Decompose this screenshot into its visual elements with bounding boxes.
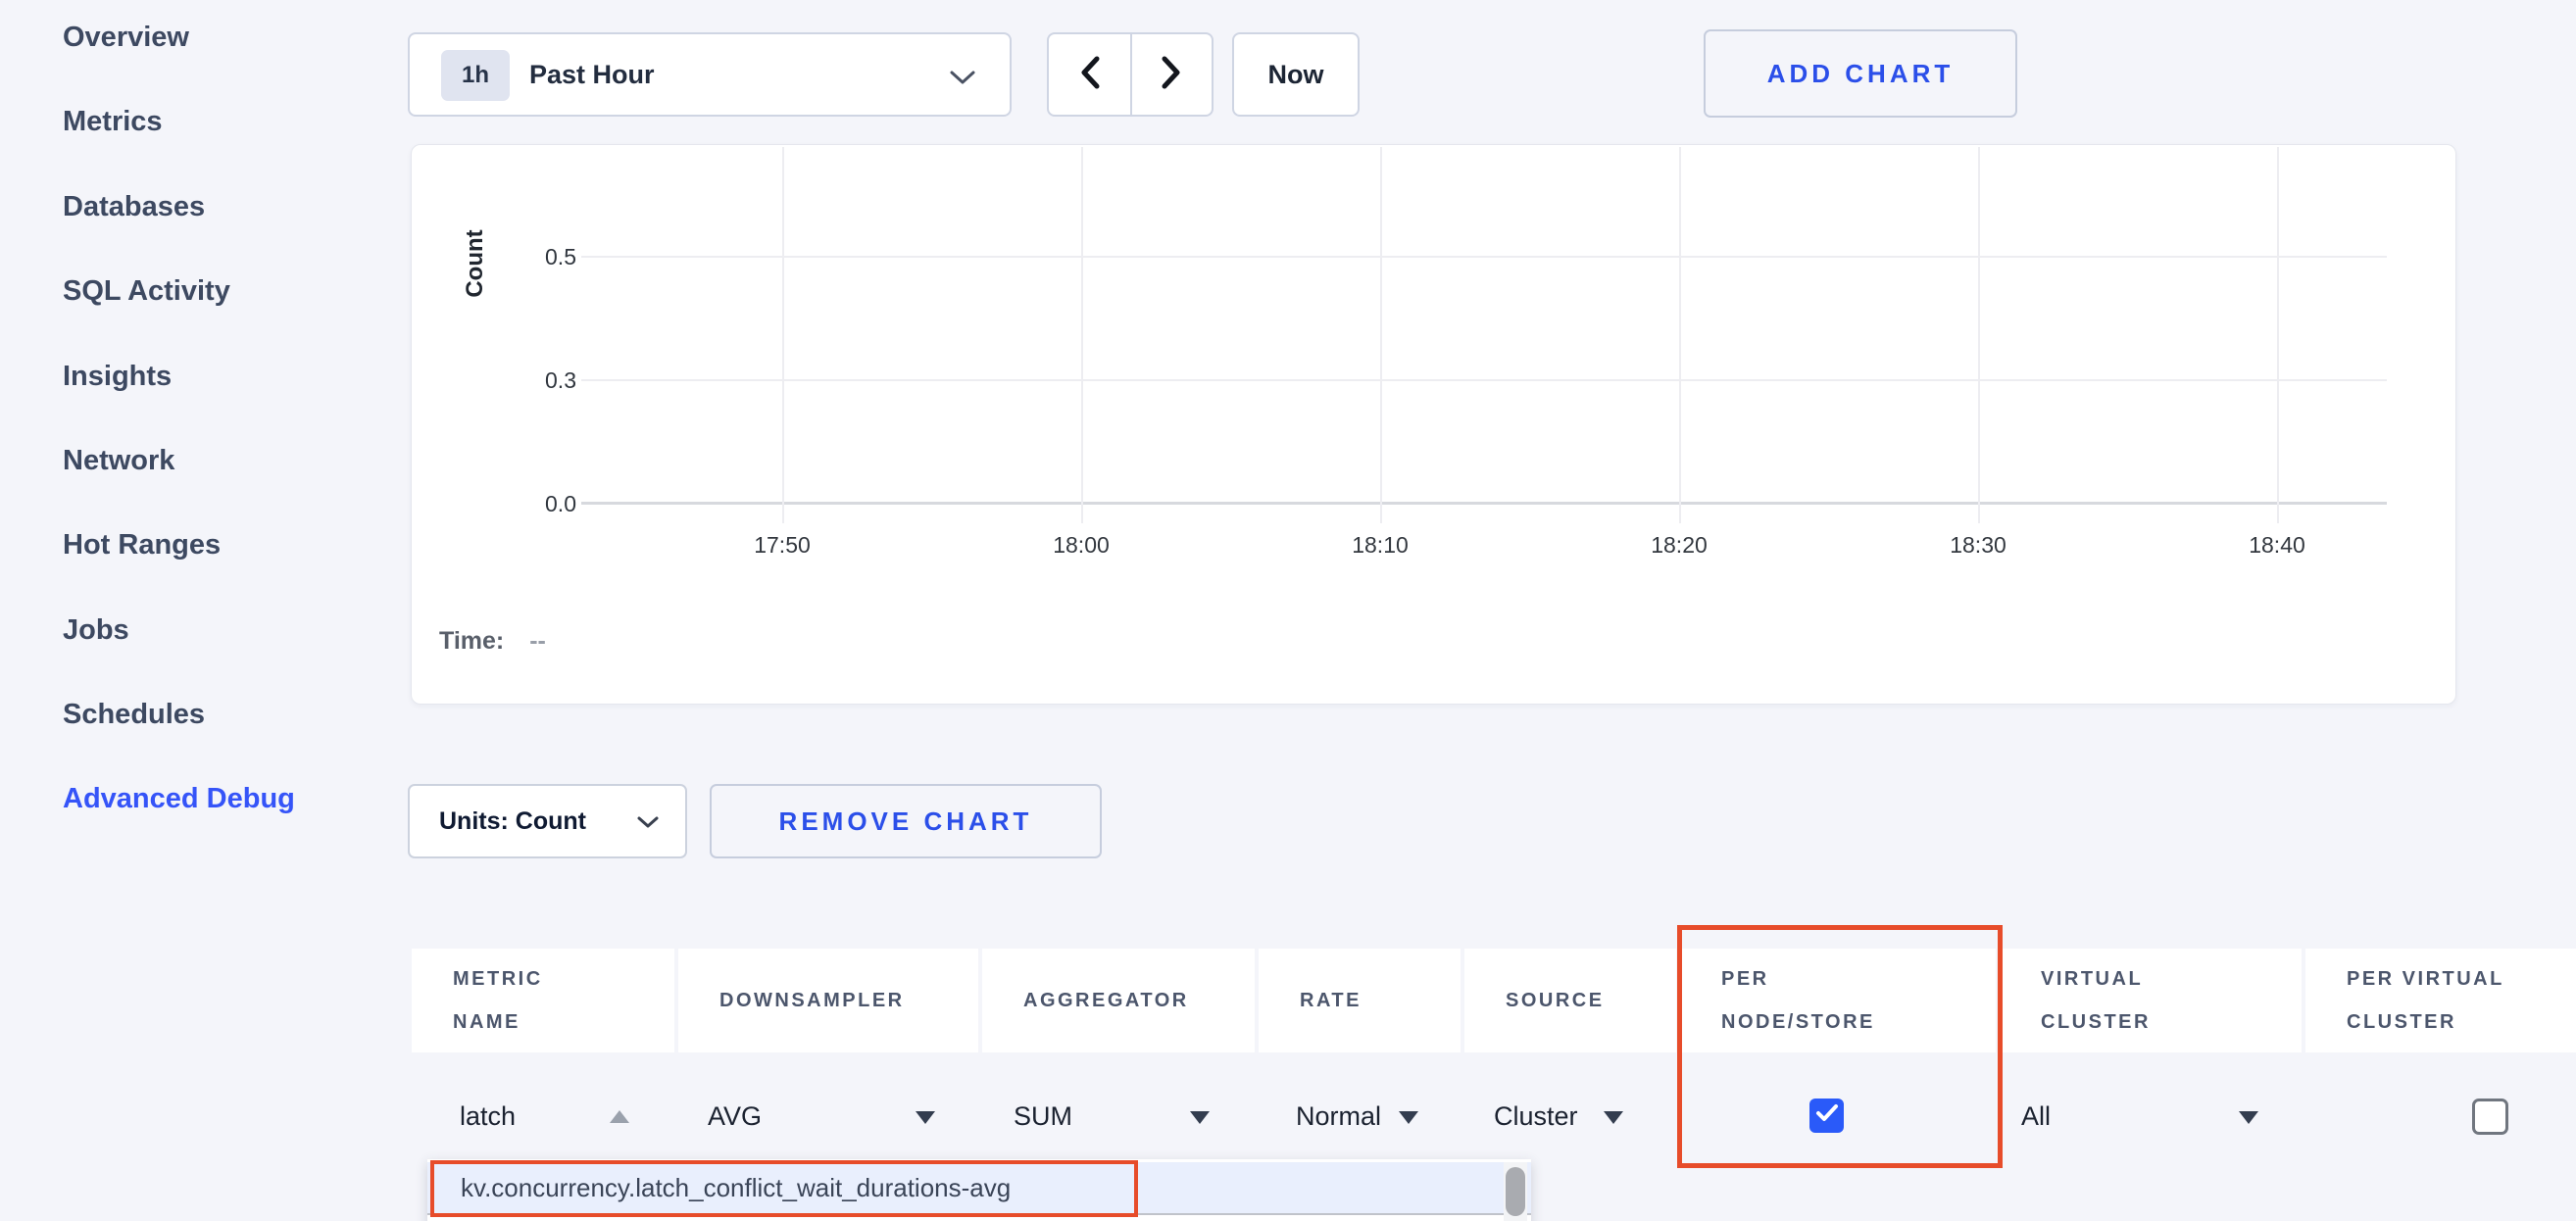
chevron-right-icon — [1161, 55, 1182, 95]
metric-suggestion-label: kv.concurrency.latch_conflict_wait_durat… — [461, 1162, 1011, 1213]
dropdown-scrollbar-thumb[interactable] — [1506, 1167, 1525, 1216]
sidebar-item-metrics[interactable]: Metrics — [63, 106, 163, 138]
remove-chart-button[interactable]: REMOVE CHART — [710, 784, 1102, 858]
sidebar-item-sql-activity[interactable]: SQL Activity — [63, 275, 230, 308]
column-header-aggregator: AGGREGATOR — [982, 949, 1255, 1052]
metric-name-collapse-icon[interactable] — [610, 1110, 629, 1123]
sidebar-item-advanced-debug[interactable]: Advanced Debug — [63, 783, 295, 815]
y-axis-label: Count — [462, 205, 491, 322]
column-header-rate: RATE — [1259, 949, 1461, 1052]
per-virtual-cluster-checkbox[interactable] — [2472, 1099, 2508, 1135]
aggregator-select[interactable]: SUM — [1014, 1101, 1072, 1132]
x-tick-label: 17:50 — [714, 532, 851, 559]
gridline — [1679, 147, 1681, 523]
virtual-cluster-caret-icon — [2239, 1111, 2258, 1124]
downsampler-select[interactable]: AVG — [708, 1101, 762, 1132]
sidebar-item-network[interactable]: Network — [63, 445, 174, 477]
x-tick-label: 18:10 — [1312, 532, 1449, 559]
metric-suggestions-dropdown: kv.concurrency.latch_conflict_wait_durat… — [427, 1159, 1531, 1221]
time-range-label: Past Hour — [529, 34, 655, 115]
y-tick-label: 0.5 — [506, 243, 576, 270]
column-header-metric-name: METRIC NAME — [412, 949, 674, 1052]
sidebar-item-jobs[interactable]: Jobs — [63, 614, 129, 647]
previous-time-button[interactable] — [1049, 34, 1130, 115]
y-tick-label: 0.0 — [506, 490, 576, 517]
gridline — [1978, 147, 1980, 523]
rate-caret-icon — [1399, 1111, 1418, 1124]
chevron-left-icon — [1079, 55, 1101, 95]
chevron-down-icon — [636, 815, 660, 834]
sidebar-item-insights[interactable]: Insights — [63, 361, 172, 393]
metric-suggestion-option[interactable]: kv.concurrency.latch_conflict_wait_durat… — [427, 1162, 1531, 1215]
next-time-button[interactable] — [1130, 34, 1212, 115]
advanced-debug-custom-chart-page: Overview Metrics Databases SQL Activity … — [0, 0, 2576, 1221]
gridline — [1380, 147, 1382, 523]
source-select[interactable]: Cluster — [1494, 1101, 1578, 1132]
hover-time-readout: Time: -- — [439, 627, 546, 656]
units-dropdown-label: Units: Count — [439, 786, 586, 856]
column-header-per-virtual-cluster: PER VIRTUAL CLUSTER — [2305, 949, 2576, 1052]
gridline — [1081, 147, 1083, 523]
gridline — [2277, 147, 2279, 523]
x-tick-label: 18:00 — [1013, 532, 1150, 559]
sidebar-item-hot-ranges[interactable]: Hot Ranges — [63, 529, 221, 562]
sidebar-item-databases[interactable]: Databases — [63, 191, 205, 223]
y-tick-label: 0.3 — [506, 366, 576, 394]
time-value: -- — [529, 627, 546, 655]
per-node-store-checkbox[interactable] — [1809, 1099, 1844, 1133]
metric-name-input[interactable]: latch — [460, 1101, 516, 1132]
chevron-down-icon — [949, 70, 976, 90]
now-button[interactable]: Now — [1232, 32, 1360, 117]
source-caret-icon — [1604, 1111, 1623, 1124]
dropdown-scrollbar[interactable] — [1504, 1162, 1527, 1221]
time-caption: Time: — [439, 627, 504, 655]
x-tick-label: 18:20 — [1610, 532, 1748, 559]
x-tick-label: 18:30 — [1909, 532, 2047, 559]
sidebar-item-schedules[interactable]: Schedules — [63, 699, 205, 731]
virtual-cluster-select[interactable]: All — [2021, 1101, 2051, 1132]
units-dropdown[interactable]: Units: Count — [408, 784, 687, 858]
rate-select[interactable]: Normal — [1296, 1101, 1381, 1132]
x-axis-baseline — [581, 502, 2387, 505]
downsampler-caret-icon — [916, 1111, 935, 1124]
aggregator-caret-icon — [1190, 1111, 1210, 1124]
time-step-button-group — [1047, 32, 1214, 117]
column-header-per-node-store: PER NODE/STORE — [1680, 949, 1996, 1052]
time-range-selector[interactable]: 1h Past Hour — [408, 32, 1012, 117]
custom-chart-panel: Count 0.5 0.3 0.0 17:50 18:00 18:10 18:2… — [411, 144, 2456, 705]
check-icon — [1815, 1103, 1839, 1128]
add-chart-button[interactable]: ADD CHART — [1704, 29, 2017, 118]
gridline — [581, 379, 2387, 381]
column-header-downsampler: DOWNSAMPLER — [678, 949, 978, 1052]
x-tick-label: 18:40 — [2208, 532, 2346, 559]
gridline — [581, 256, 2387, 258]
column-header-source: SOURCE — [1464, 949, 1676, 1052]
column-header-virtual-cluster: VIRTUAL CLUSTER — [2000, 949, 2302, 1052]
time-range-badge: 1h — [441, 50, 510, 101]
sidebar-item-overview[interactable]: Overview — [63, 22, 189, 54]
gridline — [782, 147, 784, 523]
